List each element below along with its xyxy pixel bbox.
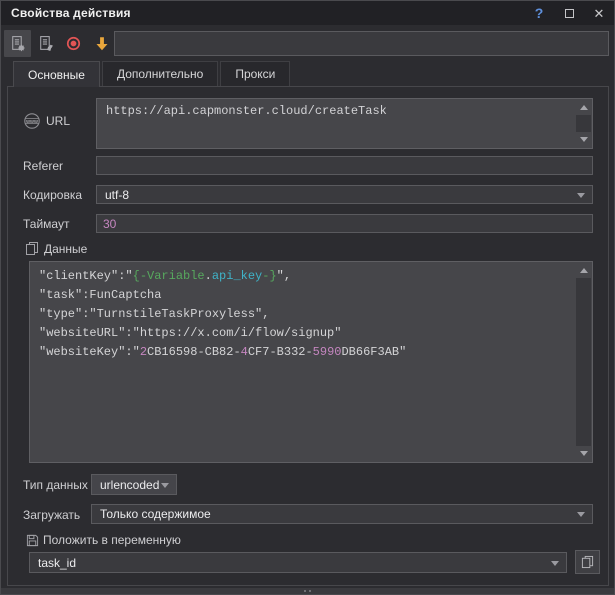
help-icon: ? [535, 5, 544, 21]
resize-grip[interactable] [1, 588, 614, 594]
save-floppy-icon [26, 534, 39, 547]
data-type-dropdown[interactable]: urlencoded [91, 474, 177, 495]
tab-additional[interactable]: Дополнительно [102, 61, 218, 86]
encoding-value: utf-8 [105, 188, 129, 202]
data-type-chevron-down-icon [161, 483, 169, 488]
timeout-label: Таймаут [23, 217, 69, 231]
referer-input[interactable] [96, 156, 593, 175]
encoding-chevron-down-icon [577, 193, 585, 198]
copy-pages-icon [25, 241, 39, 256]
grip-dot [304, 590, 306, 592]
maximize-icon [565, 9, 574, 18]
load-value: Только содержимое [100, 507, 211, 521]
url-value: https://api.capmonster.cloud/createTask [106, 104, 574, 118]
timeout-input[interactable] [96, 214, 593, 233]
tab-main[interactable]: Основные [13, 61, 100, 87]
data-scrollbar[interactable] [576, 263, 591, 461]
copy-icon [581, 555, 594, 569]
load-chevron-down-icon [577, 512, 585, 517]
window-title: Свойства действия [1, 6, 131, 20]
variable-chevron-down-icon [551, 561, 559, 566]
action-properties-button[interactable] [4, 30, 31, 57]
referer-label: Referer [23, 159, 63, 173]
tab-bar: Основные Дополнительно Прокси [13, 61, 292, 87]
edit-action-button[interactable] [32, 30, 59, 57]
toolbar [1, 25, 614, 61]
data-code-lines: "clientKey":"{-Variable.api_key-}","task… [30, 262, 576, 462]
data-label: Данные [44, 242, 87, 256]
down-arrow-icon [93, 35, 111, 53]
grip-dot [309, 590, 311, 592]
action-properties-dialog: Свойства действия ? ✕ [0, 0, 615, 595]
encoding-label: Кодировка [23, 188, 82, 202]
data-textarea[interactable]: "clientKey":"{-Variable.api_key-}","task… [29, 261, 593, 463]
close-button[interactable]: ✕ [584, 1, 614, 25]
tab-main-label: Основные [28, 68, 85, 82]
variable-combobox[interactable]: task_id [29, 552, 567, 573]
tab-proxy[interactable]: Прокси [220, 61, 290, 86]
close-icon: ✕ [594, 7, 605, 20]
data-type-label: Тип данных [23, 478, 88, 492]
title-bar: Свойства действия ? ✕ [1, 1, 614, 25]
url-scroll-down-icon[interactable] [576, 132, 591, 147]
data-scroll-up-icon[interactable] [576, 263, 591, 278]
record-button[interactable] [60, 30, 87, 57]
put-variable-label: Положить в переменную [43, 533, 181, 547]
document-pencil-icon [37, 35, 54, 52]
load-dropdown[interactable]: Только содержимое [91, 504, 593, 524]
put-variable-label-group: Положить в переменную [26, 533, 181, 547]
copy-variable-button[interactable] [575, 550, 600, 574]
data-scroll-down-icon[interactable] [576, 446, 591, 461]
encoding-dropdown[interactable]: utf-8 [96, 185, 593, 204]
action-name-input[interactable] [114, 31, 609, 56]
record-icon [65, 35, 82, 52]
help-button[interactable]: ? [524, 1, 554, 25]
url-field[interactable]: https://api.capmonster.cloud/createTask [96, 98, 593, 149]
tab-additional-label: Дополнительно [117, 67, 203, 81]
url-label: URL [46, 114, 70, 128]
maximize-button[interactable] [554, 1, 584, 25]
url-scroll-up-icon[interactable] [576, 100, 591, 115]
variable-value: task_id [38, 556, 76, 570]
url-label-group: www URL [23, 112, 70, 130]
document-gear-icon [9, 35, 26, 52]
move-down-button[interactable] [88, 30, 115, 57]
globe-www-icon: www [23, 112, 41, 130]
svg-text:www: www [25, 119, 38, 125]
tab-proxy-label: Прокси [235, 67, 275, 81]
url-scrollbar[interactable] [576, 100, 591, 147]
load-label: Загружать [23, 508, 80, 522]
data-label-group: Данные [25, 241, 87, 256]
data-type-value: urlencoded [100, 478, 159, 492]
